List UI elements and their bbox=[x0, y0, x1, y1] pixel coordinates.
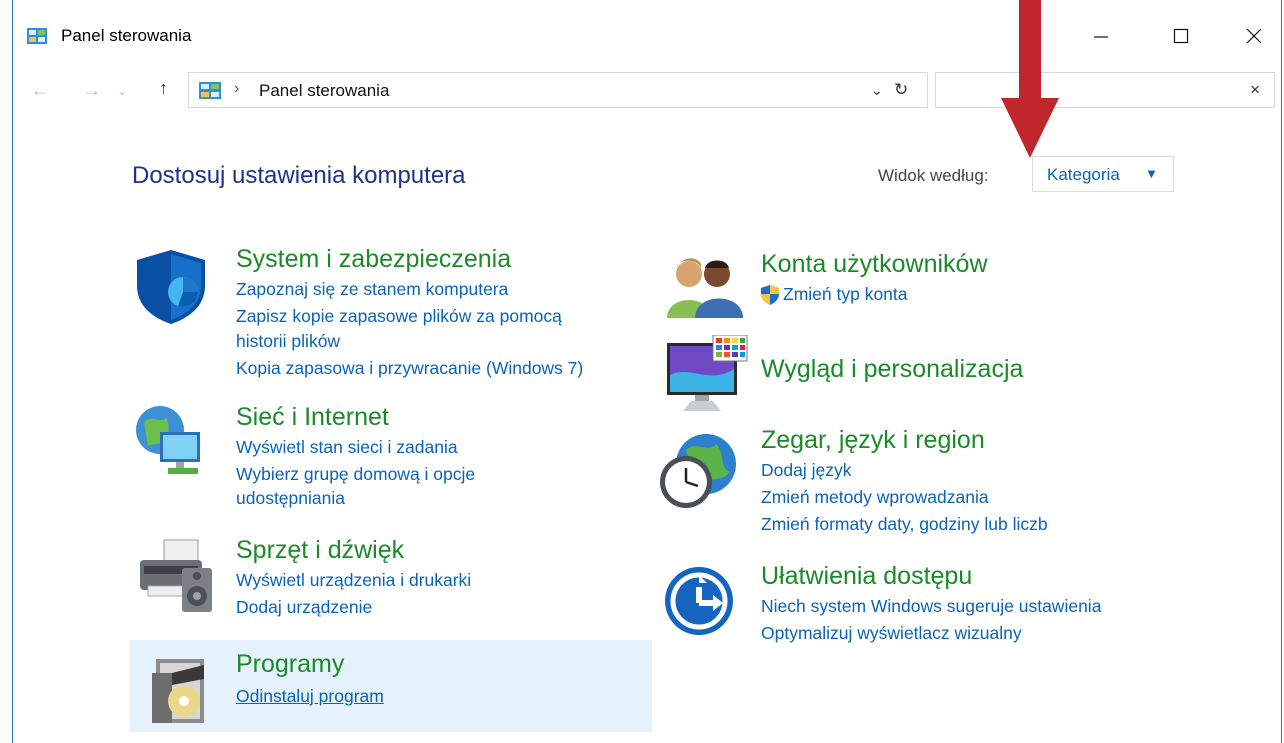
category-title-accounts[interactable]: Konta użytkowników bbox=[761, 250, 988, 279]
shield-icon bbox=[137, 250, 205, 324]
annotation-arrow-icon bbox=[1001, 0, 1059, 158]
control-panel-window: Panel sterowania ← → ⌄ ↑ › Panel sterowa… bbox=[12, 0, 1282, 743]
category-clock-region: Zegar, język i region Dodaj język Zmień … bbox=[761, 426, 1048, 538]
category-system-security: System i zabezpieczenia Zapoznaj się ze … bbox=[236, 245, 583, 382]
link-uninstall-program[interactable]: Odinstaluj program bbox=[236, 683, 384, 710]
printer-speaker-icon bbox=[140, 539, 212, 612]
link-backup-restore[interactable]: Kopia zapasowa i przywracanie (Windows 7… bbox=[236, 355, 583, 382]
link-file-history[interactable]: Zapisz kopie zapasowe plików za pomocą bbox=[236, 303, 583, 330]
uac-shield-icon bbox=[761, 285, 779, 305]
view-by-value: Kategoria bbox=[1047, 165, 1120, 184]
link-change-account-type-label: Zmień typ konta bbox=[783, 284, 908, 304]
link-change-account-type[interactable]: Zmień typ konta bbox=[761, 281, 988, 308]
link-homegroup[interactable]: Wybierz grupę domową i opcje bbox=[236, 461, 475, 488]
category-title-network[interactable]: Sieć i Internet bbox=[236, 403, 475, 432]
link-input-methods[interactable]: Zmień metody wprowadzania bbox=[761, 484, 1048, 511]
breadcrumb-panel-sterowania[interactable]: Panel sterowania bbox=[259, 81, 389, 101]
category-user-accounts: Konta użytkowników Zmień typ konta bbox=[761, 250, 988, 308]
address-dropdown-icon[interactable]: ⌄ bbox=[871, 82, 883, 99]
up-arrow-icon[interactable]: ↑ bbox=[159, 78, 168, 99]
link-file-history-cont[interactable]: historii plików bbox=[236, 328, 583, 355]
close-icon bbox=[1246, 28, 1262, 44]
address-bar[interactable]: › Panel sterowania ⌄ ↻ bbox=[188, 72, 928, 108]
user-accounts-icon bbox=[667, 258, 743, 318]
page-title: Dostosuj ustawienia komputera bbox=[132, 162, 466, 189]
title-bar: Panel sterowania bbox=[13, 0, 1281, 70]
programs-icon bbox=[152, 659, 204, 723]
category-appearance: Wygląd i personalizacja bbox=[761, 355, 1023, 386]
view-by-label: Widok według: bbox=[878, 166, 989, 185]
ease-of-access-icon bbox=[665, 567, 733, 635]
link-network-status[interactable]: Wyświetl stan sieci i zadania bbox=[236, 434, 475, 461]
category-title-system[interactable]: System i zabezpieczenia bbox=[236, 245, 583, 274]
maximize-icon bbox=[1173, 28, 1189, 44]
close-button[interactable] bbox=[1231, 16, 1277, 56]
category-title-clock[interactable]: Zegar, język i region bbox=[761, 426, 1048, 455]
dropdown-caret-icon: ▼ bbox=[1145, 166, 1158, 181]
recent-locations-chevron-icon[interactable]: ⌄ bbox=[117, 84, 127, 98]
refresh-icon[interactable]: ↻ bbox=[894, 80, 908, 100]
link-system-status[interactable]: Zapoznaj się ze stanem komputera bbox=[236, 276, 583, 303]
control-panel-small-icon bbox=[199, 82, 221, 99]
window-title: Panel sterowania bbox=[61, 26, 192, 45]
minimize-button[interactable] bbox=[1078, 16, 1124, 56]
category-title-programs[interactable]: Programy bbox=[236, 650, 384, 679]
control-panel-icon bbox=[27, 28, 47, 44]
clock-globe-icon bbox=[660, 434, 736, 508]
link-windows-suggest[interactable]: Niech system Windows sugeruje ustawienia bbox=[761, 593, 1101, 620]
breadcrumb-separator: › bbox=[234, 80, 240, 97]
clear-search-icon[interactable]: × bbox=[1250, 80, 1260, 100]
link-add-device[interactable]: Dodaj urządzenie bbox=[236, 594, 471, 621]
network-globe-icon bbox=[136, 406, 200, 474]
category-network: Sieć i Internet Wyświetl stan sieci i za… bbox=[236, 403, 475, 512]
link-sharing[interactable]: udostępniania bbox=[236, 485, 475, 512]
link-devices-printers[interactable]: Wyświetl urządzenia i drukarki bbox=[236, 567, 471, 594]
link-optimize-display[interactable]: Optymalizuj wyświetlacz wizualny bbox=[761, 620, 1101, 647]
category-title-ease[interactable]: Ułatwienia dostępu bbox=[761, 562, 1101, 591]
back-arrow-icon[interactable]: ← bbox=[31, 80, 49, 101]
maximize-button[interactable] bbox=[1158, 16, 1204, 56]
forward-arrow-icon[interactable]: → bbox=[83, 80, 101, 101]
search-input[interactable]: × bbox=[935, 72, 1275, 108]
category-programs: Programy Odinstaluj program bbox=[236, 650, 384, 710]
category-ease-of-access: Ułatwienia dostępu Niech system Windows … bbox=[761, 562, 1101, 647]
category-title-appearance[interactable]: Wygląd i personalizacja bbox=[761, 355, 1023, 384]
link-add-language[interactable]: Dodaj język bbox=[761, 457, 1048, 484]
category-hardware: Sprzęt i dźwięk Wyświetl urządzenia i dr… bbox=[236, 536, 471, 621]
minimize-icon bbox=[1094, 36, 1108, 38]
appearance-monitor-icon bbox=[667, 335, 748, 411]
category-title-hardware[interactable]: Sprzęt i dźwięk bbox=[236, 536, 471, 565]
link-date-formats[interactable]: Zmień formaty daty, godziny lub liczb bbox=[761, 511, 1048, 538]
